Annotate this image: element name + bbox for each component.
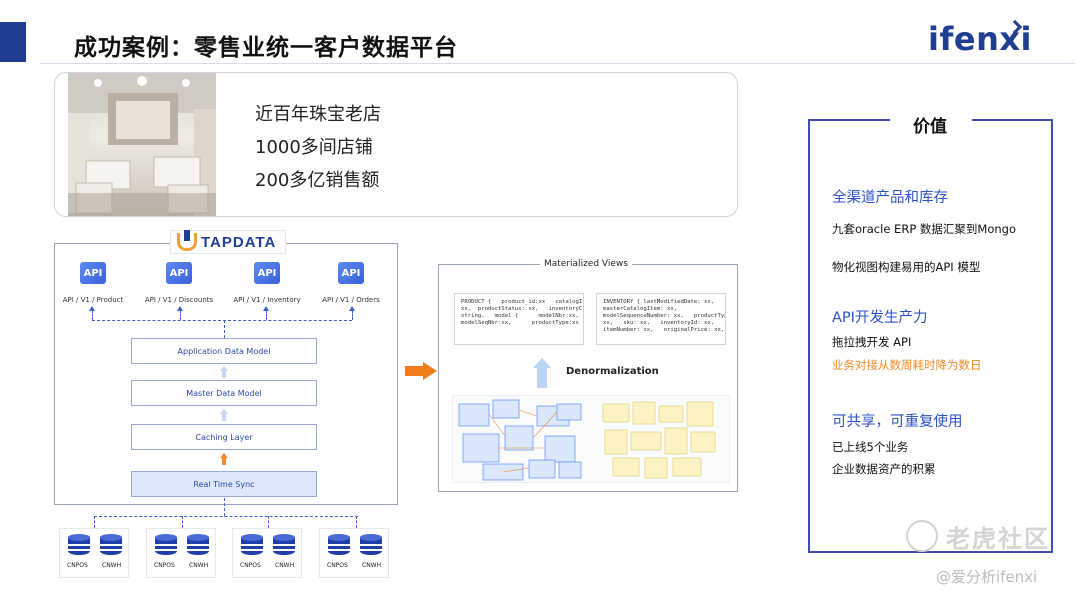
arrow-up-icon: [220, 453, 228, 465]
fact-line: 200多亿销售额: [255, 170, 380, 191]
arrow-right-icon: [405, 362, 437, 380]
source-connector: [356, 516, 357, 528]
database-icon: [68, 534, 90, 556]
source-connector: [268, 516, 269, 528]
value-line: 物化视图构建易用的API 模型: [832, 260, 981, 274]
db-label: CNWH: [275, 562, 295, 569]
database-icon: [155, 534, 177, 556]
database-group: CNPOS CNWH: [59, 528, 129, 578]
value-heading: 全渠道产品和库存: [832, 190, 948, 206]
value-line: 拖拉拽开发 API: [832, 335, 912, 349]
fact-line: 1000多间店铺: [255, 137, 373, 158]
db-label: CNWH: [189, 562, 209, 569]
arrow-up-icon: [220, 409, 228, 421]
layer-real-time-sync: Real Time Sync: [131, 471, 317, 497]
schema-diagram: [452, 395, 730, 483]
arrow-up-icon: [177, 306, 183, 311]
title-accent-bar: [0, 22, 26, 62]
database-icon: [360, 534, 382, 556]
arrow-up-icon: [220, 366, 228, 378]
api-fanout-line: [92, 320, 352, 321]
database-icon: [100, 534, 122, 556]
source-fanin-line: [94, 516, 358, 517]
watermark-credit: @爱分析ifenxi: [936, 568, 1038, 586]
watermark-text: 老虎社区: [946, 525, 1050, 553]
api-endpoint-label: API / V1 / Discounts: [144, 296, 214, 304]
source-connector: [224, 498, 225, 516]
value-line-highlight: 业务对接从数周耗时降为数日: [832, 358, 982, 372]
api-icon: API: [254, 262, 280, 284]
arrow-up-icon: [533, 358, 551, 388]
arrow-up-icon: [263, 306, 269, 311]
value-line: 九套oracle ERP 数据汇聚到Mongo: [832, 222, 1016, 236]
api-endpoint-label: API / V1 / Orders: [322, 296, 380, 304]
watermark-logo-icon: [906, 520, 938, 552]
source-connector: [182, 516, 183, 528]
value-line: 已上线5个业务: [832, 440, 909, 454]
inventory-view-card: INVENTORY { lastModifiedDate: xx, master…: [596, 293, 726, 345]
arrow-up-icon: [349, 306, 355, 311]
api-icon: API: [166, 262, 192, 284]
api-icon: API: [338, 262, 364, 284]
layer-master-data-model: Master Data Model: [131, 380, 317, 406]
api-connector: [266, 310, 267, 320]
db-label: CNWH: [102, 562, 122, 569]
db-label: CNPOS: [240, 562, 261, 569]
database-icon: [187, 534, 209, 556]
layer-application-data-model: Application Data Model: [131, 338, 317, 364]
db-label: CNWH: [362, 562, 382, 569]
value-title: 价值: [913, 117, 947, 137]
page-title: 成功案例：零售业统一客户数据平台: [74, 35, 458, 61]
tapdata-logo-icon: [177, 230, 197, 251]
layer-caching: Caching Layer: [131, 424, 317, 450]
database-group: CNPOS CNWH: [232, 528, 302, 578]
header-divider: [40, 63, 1075, 64]
database-icon: [241, 534, 263, 556]
value-heading: 可共享，可重复使用: [832, 414, 963, 430]
api-connector: [180, 310, 181, 320]
source-connector: [94, 516, 95, 528]
database-group: CNPOS CNWH: [319, 528, 389, 578]
value-panel-border: [808, 119, 890, 121]
api-connector: [352, 310, 353, 320]
fact-line: 近百年珠宝老店: [255, 104, 381, 125]
api-endpoint-label: API / V1 / Product: [62, 296, 124, 304]
denormalization-label: Denormalization: [566, 366, 659, 377]
tapdata-wordmark: TAPDATA: [201, 233, 277, 251]
db-label: CNPOS: [67, 562, 88, 569]
db-label: CNPOS: [327, 562, 348, 569]
materialized-views-title: Materialized Views: [540, 259, 632, 269]
db-label: CNPOS: [154, 562, 175, 569]
database-group: CNPOS CNWH: [146, 528, 216, 578]
tapdata-badge: TAPDATA: [170, 230, 286, 254]
database-icon: [328, 534, 350, 556]
api-endpoint-label: API / V1 / Inventory: [233, 296, 301, 304]
value-panel-border: [972, 119, 1053, 121]
product-view-card: PRODUCT { product_id:xx catalogItem: xx,…: [454, 293, 584, 345]
model-to-api-connector: [224, 320, 225, 338]
value-line: 企业数据资产的积累: [832, 462, 936, 476]
api-icon: API: [80, 262, 106, 284]
database-icon: [273, 534, 295, 556]
store-photo: [68, 73, 216, 216]
arrow-up-icon: [89, 306, 95, 311]
value-heading: API开发生产力: [832, 310, 928, 326]
api-connector: [92, 310, 93, 320]
